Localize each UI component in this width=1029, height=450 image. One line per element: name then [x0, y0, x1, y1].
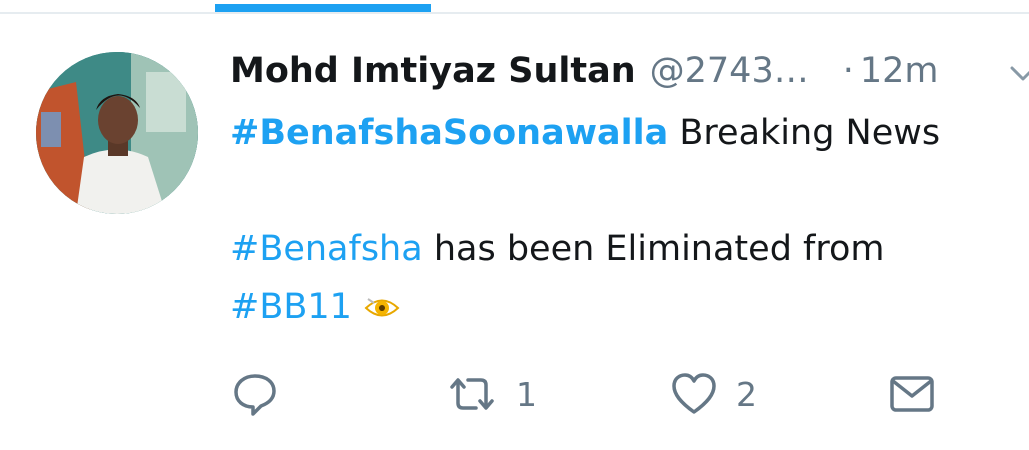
timestamp[interactable]: 12m — [860, 51, 939, 91]
author-name[interactable]: Mohd Imtiyaz Sultan — [230, 51, 636, 91]
top-divider — [0, 12, 1029, 14]
tweet-line-2: #Benafsha has been Eliminated from — [230, 220, 1010, 278]
hashtag-link[interactable]: #BenafshaSoonawalla — [230, 113, 668, 153]
hashtag-link[interactable]: #Benafsha — [230, 229, 423, 269]
envelope-icon — [890, 376, 934, 412]
active-tab-indicator — [215, 4, 431, 12]
author-handle[interactable]: @2743… — [650, 51, 809, 91]
like-button[interactable]: 2 — [670, 366, 757, 422]
retweet-button[interactable]: 1 — [446, 366, 537, 422]
tweet-actions: 1 2 — [230, 366, 990, 422]
tweet-line-1: #BenafshaSoonawalla Breaking News — [230, 104, 1010, 162]
heart-icon — [672, 373, 716, 414]
hashtag-link[interactable]: #BB11 — [230, 287, 352, 327]
reply-icon — [234, 374, 276, 416]
tweet-text-segment: Breaking News — [679, 113, 941, 153]
tweet-text: #BenafshaSoonawalla Breaking News #Benaf… — [230, 104, 1010, 336]
tweet-line-3: #BB11 — [230, 278, 1010, 336]
tweet-header: Mohd Imtiyaz Sultan @2743… · 12m — [230, 48, 1020, 94]
retweet-icon — [450, 378, 494, 410]
reply-button[interactable] — [232, 366, 278, 422]
retweet-count: 1 — [516, 374, 537, 414]
tweet-text-segment: has been Eliminated from — [433, 229, 885, 269]
chevron-down-icon[interactable] — [1008, 64, 1029, 84]
like-count: 2 — [736, 374, 757, 414]
separator-dot: · — [842, 51, 854, 91]
avatar-photo — [36, 52, 198, 214]
avatar[interactable] — [36, 52, 198, 214]
eye-in-speech-bubble-icon — [364, 298, 400, 317]
direct-message-button[interactable] — [888, 366, 936, 422]
